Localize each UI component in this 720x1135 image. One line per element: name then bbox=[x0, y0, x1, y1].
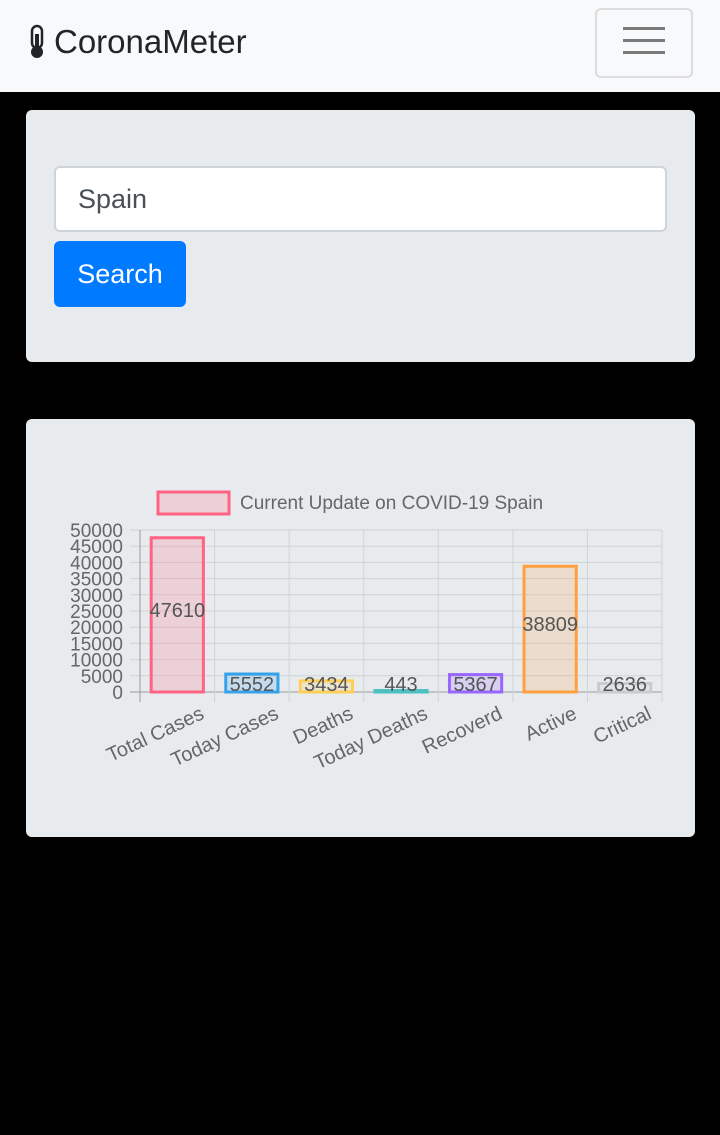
legend-swatch[interactable] bbox=[156, 490, 231, 516]
search-button[interactable]: Search bbox=[54, 241, 186, 307]
search-input[interactable] bbox=[54, 166, 667, 232]
bar-chart: 476105552 3434 443 5367388092636 0500010000… bbox=[70, 490, 663, 774]
chart-card: 47610 5552 3434 443 5367 38809 2636 0 5000 10000… bbox=[26, 419, 695, 837]
hamburger-menu-icon bbox=[622, 24, 666, 63]
navbar: CoronaMeter bbox=[0, 0, 720, 92]
thermometer-icon bbox=[26, 24, 48, 60]
bar-value-label: 5552 bbox=[230, 674, 275, 696]
bar-value-label: 5367 bbox=[453, 674, 498, 696]
bar-value-label: 3434 bbox=[304, 674, 349, 696]
bar-value-label: 47610 bbox=[149, 600, 205, 622]
x-tick-label: Active bbox=[522, 703, 581, 746]
y-tick-label: 50000 bbox=[70, 521, 123, 542]
search-card: Search bbox=[26, 110, 695, 362]
x-tick-label: Critical bbox=[590, 703, 655, 749]
legend-label[interactable]: Current Update on COVID-19 Spain bbox=[240, 493, 543, 514]
bar-value-label: 38809 bbox=[522, 614, 578, 636]
brand[interactable]: CoronaMeter bbox=[26, 18, 247, 66]
bar-value-label: 443 bbox=[384, 674, 417, 696]
brand-text: CoronaMeter bbox=[54, 23, 247, 60]
bar-value-label: 2636 bbox=[602, 674, 647, 696]
navbar-toggler-button[interactable] bbox=[595, 8, 693, 78]
x-tick-label: Recoverd bbox=[419, 703, 506, 759]
